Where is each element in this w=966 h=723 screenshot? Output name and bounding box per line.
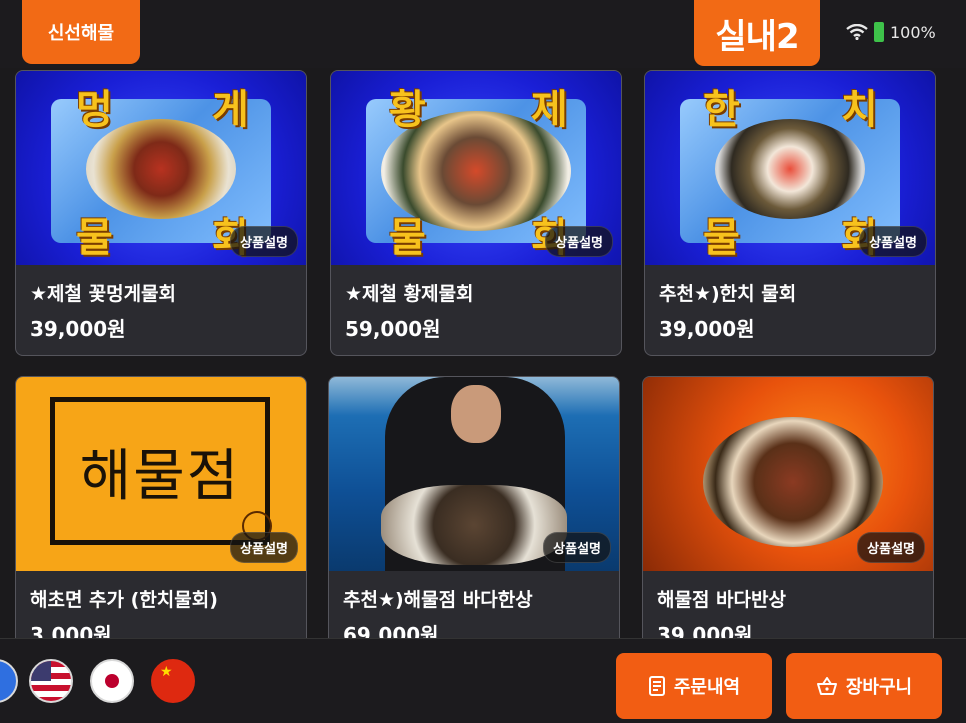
cart-button[interactable]: 장바구니 xyxy=(786,653,942,719)
menu-item-price: 39,000원 xyxy=(659,317,755,341)
china-flag-icon[interactable] xyxy=(151,659,195,703)
menu-card[interactable]: 황 제 물 회 상품설명 ★제철 황제물회 59,000원 xyxy=(330,70,622,356)
menu-card[interactable]: 멍 게 물 회 상품설명 ★제철 꽃멍게물회 39,000원 xyxy=(15,70,307,356)
receipt-icon xyxy=(648,676,665,696)
order-history-label: 주문내역 xyxy=(673,677,741,698)
top-bar: 신선해물 실내2 100% xyxy=(0,0,966,68)
image-caption-char: 물 xyxy=(703,215,740,261)
menu-item-image: 황 제 물 회 상품설명 xyxy=(331,71,621,265)
image-caption-char: 물 xyxy=(76,215,113,261)
product-description-button[interactable]: 상품설명 xyxy=(543,532,611,563)
product-description-button[interactable]: 상품설명 xyxy=(857,532,925,563)
bottom-bar: 주문내역 장바구니 xyxy=(0,638,966,723)
battery-icon xyxy=(874,22,884,42)
image-caption-char: 물 xyxy=(389,215,426,261)
order-history-button[interactable]: 주문내역 xyxy=(616,653,772,719)
battery-percent: 100% xyxy=(890,22,936,42)
menu-card[interactable]: 상품설명 해물점 바다반상 39,000원 xyxy=(642,376,934,638)
menu-card[interactable]: 한 치 물 회 상품설명 추천★)한치 물회 39,000원 xyxy=(644,70,936,356)
menu-grid: 멍 게 물 회 상품설명 ★제철 꽃멍게물회 39,000원 황 제 물 회 상… xyxy=(0,68,966,638)
seafood-platter xyxy=(703,417,883,547)
person-face xyxy=(451,385,501,443)
menu-card[interactable]: 상품설명 추천★)해물점 바다한상 69,000원 xyxy=(328,376,620,638)
menu-item-name: 해초면 추가 (한치물회) xyxy=(30,589,218,611)
image-caption-char: 황 xyxy=(389,87,426,133)
status-area: 100% xyxy=(846,22,936,42)
us-flag-icon[interactable] xyxy=(29,659,73,703)
product-description-button[interactable]: 상품설명 xyxy=(545,226,613,257)
menu-item-name: 추천★)한치 물회 xyxy=(659,283,797,305)
menu-item-price: 69,000원 xyxy=(343,623,439,638)
wifi-icon xyxy=(846,24,868,40)
menu-item-image: 상품설명 xyxy=(329,377,619,571)
menu-item-image: 멍 게 물 회 상품설명 xyxy=(16,71,306,265)
menu-item-name: ★제철 황제물회 xyxy=(345,283,474,305)
image-caption-char: 한 xyxy=(703,87,740,133)
image-caption-char: 멍 xyxy=(76,87,113,133)
menu-item-price: 39,000원 xyxy=(657,623,753,638)
menu-item-name: 추천★)해물점 바다한상 xyxy=(343,589,533,611)
product-description-button[interactable]: 상품설명 xyxy=(859,226,927,257)
seafood-platter xyxy=(381,485,567,565)
basket-icon xyxy=(816,677,837,695)
table-name-badge: 실내2 xyxy=(694,0,820,66)
cart-label: 장바구니 xyxy=(845,677,913,698)
menu-item-name: ★제철 꽃멍게물회 xyxy=(30,283,177,305)
product-description-button[interactable]: 상품설명 xyxy=(230,226,298,257)
menu-card[interactable]: 해물점 상품설명 해초면 추가 (한치물회) 3,000원 xyxy=(15,376,307,638)
image-caption-char: 치 xyxy=(841,87,878,133)
menu-item-image: 해물점 상품설명 xyxy=(16,377,306,571)
menu-item-price: 59,000원 xyxy=(345,317,441,341)
logo-stamp: 해물점 xyxy=(50,397,270,545)
image-caption-char: 게 xyxy=(212,87,249,133)
japan-flag-icon[interactable] xyxy=(90,659,134,703)
menu-item-image: 한 치 물 회 상품설명 xyxy=(645,71,935,265)
image-caption-char: 제 xyxy=(531,87,568,133)
menu-item-price: 3,000원 xyxy=(30,623,112,638)
language-flag-icon[interactable] xyxy=(0,659,18,703)
category-tab-seafood[interactable]: 신선해물 xyxy=(22,0,140,64)
menu-item-price: 39,000원 xyxy=(30,317,126,341)
menu-item-name: 해물점 바다반상 xyxy=(657,589,786,611)
product-description-button[interactable]: 상품설명 xyxy=(230,532,298,563)
menu-item-image: 상품설명 xyxy=(643,377,933,571)
